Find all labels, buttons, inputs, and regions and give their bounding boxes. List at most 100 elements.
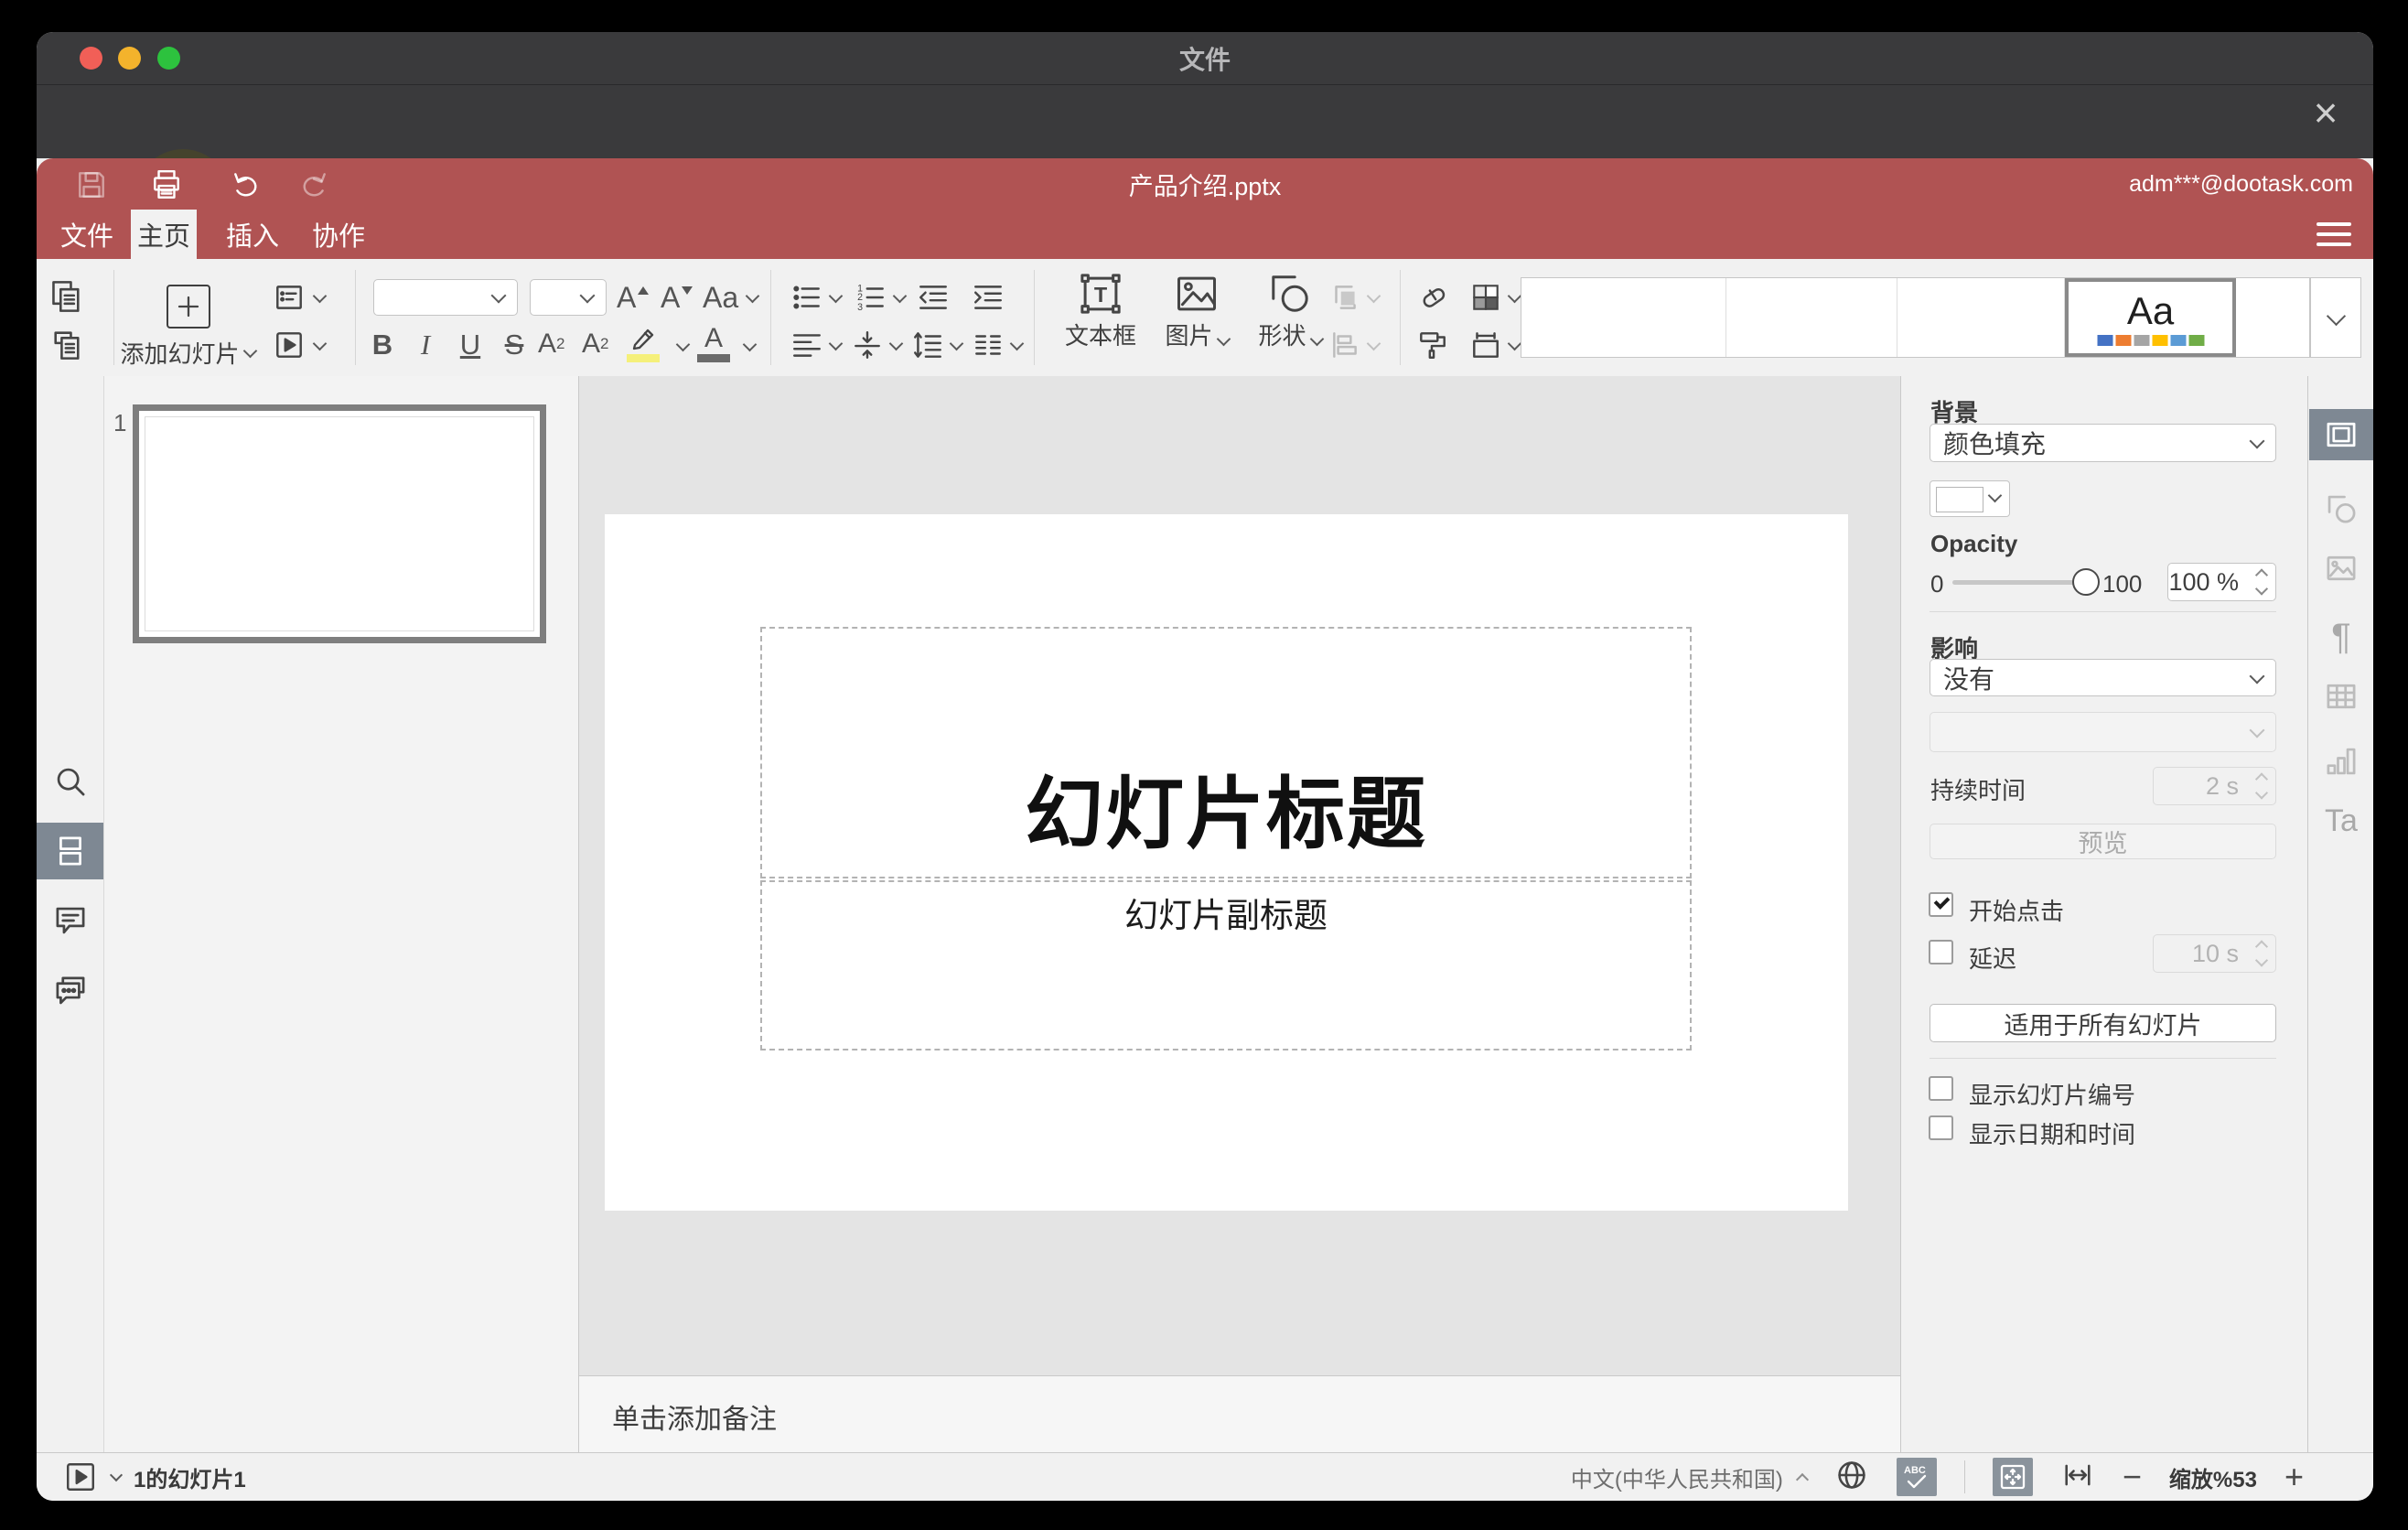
theme-option-selected[interactable]: Aa [2065, 278, 2236, 357]
increase-font-button[interactable]: A [617, 281, 650, 315]
numbering-button[interactable]: 123 [855, 281, 908, 314]
delay-checkbox[interactable] [1929, 940, 1953, 964]
subscript-button[interactable]: A2 [582, 329, 608, 360]
strikethrough-button[interactable]: S [494, 329, 534, 361]
image-settings-icon[interactable] [2309, 543, 2373, 594]
theme-option[interactable] [1521, 278, 1726, 357]
preview-button[interactable]: 预览 [1930, 824, 2276, 859]
shape-settings-icon[interactable] [2309, 483, 2373, 534]
delay-spinbox[interactable]: 10 s [2153, 934, 2276, 973]
macos-titlebar: 文件 [37, 32, 2373, 85]
highlight-color-button[interactable] [627, 325, 660, 362]
duration-spinbox[interactable]: 2 s [2153, 767, 2276, 805]
increase-indent-button[interactable] [972, 281, 1005, 314]
textbox-T-glyph: T [1094, 283, 1108, 307]
slide-settings-icon[interactable] [2309, 409, 2373, 460]
app-window: 文件 × 产品介绍.pptx adm***@dootask.com 文件 主页 … [37, 32, 2373, 1501]
redo-button[interactable] [293, 166, 333, 204]
bullets-button[interactable] [790, 281, 844, 314]
arrange-objects-button[interactable] [1328, 281, 1381, 314]
underline-button[interactable]: U [450, 329, 490, 361]
zoom-out-button[interactable]: − [2123, 1460, 2142, 1493]
theme-option[interactable] [1726, 278, 1897, 357]
save-button[interactable] [71, 166, 112, 204]
textart-settings-icon[interactable]: Ta [2309, 795, 2373, 846]
align-objects-button[interactable] [1328, 329, 1381, 361]
font-size-select[interactable] [530, 279, 607, 316]
decrease-font-button[interactable]: A [661, 281, 693, 315]
font-color-arrow[interactable] [742, 337, 758, 352]
insert-textbox-button[interactable]: T 文本框 [1050, 270, 1151, 351]
theme-colors-button[interactable] [1469, 281, 1522, 314]
chart-settings-icon[interactable] [2309, 736, 2373, 787]
bold-button[interactable]: B [362, 329, 403, 361]
opacity-spinbox[interactable]: 100 % [2167, 563, 2276, 601]
highlight-color-arrow[interactable] [675, 337, 691, 352]
slide-title-placeholder[interactable]: 幻灯片标题 [760, 627, 1692, 878]
undo-button[interactable] [227, 166, 267, 204]
insert-image-button[interactable]: 图片 [1151, 270, 1242, 351]
show-date-time-checkbox[interactable] [1929, 1115, 1953, 1140]
slide-subtitle-placeholder[interactable]: 幻灯片副标题 [760, 880, 1692, 1051]
toolbar-divider [355, 270, 356, 365]
zoom-in-button[interactable]: + [2284, 1460, 2304, 1493]
slides-panel-icon[interactable] [37, 823, 103, 879]
background-color-swatch[interactable] [1930, 480, 2010, 517]
add-slide-icon[interactable] [167, 285, 210, 329]
line-spacing-button[interactable] [911, 329, 964, 361]
background-fill-select[interactable]: 颜色填充 [1930, 424, 2276, 462]
slide-size-button[interactable] [1469, 329, 1522, 361]
print-button[interactable] [146, 166, 187, 204]
chat-icon[interactable] [37, 963, 103, 1019]
horizontal-align-button[interactable] [790, 329, 844, 361]
notes-area[interactable]: 单击添加备注 [579, 1375, 1900, 1452]
italic-button[interactable]: I [405, 329, 446, 361]
tab-insert[interactable]: 插入 [216, 210, 289, 259]
start-slideshow-status-button[interactable] [64, 1460, 124, 1493]
table-settings-icon[interactable] [2309, 671, 2373, 722]
tab-home[interactable]: 主页 [131, 210, 197, 259]
copy-style-button[interactable] [1416, 329, 1449, 361]
fit-width-toggle[interactable] [2060, 1458, 2095, 1497]
paragraph-settings-icon[interactable]: ¶ [2309, 611, 2373, 663]
search-icon[interactable] [37, 753, 103, 810]
insert-shape-button[interactable]: 形状 [1242, 270, 1338, 351]
slide-layout-button[interactable] [273, 281, 328, 314]
panel-divider [1930, 611, 2276, 612]
change-case-button[interactable]: Aa [703, 281, 760, 315]
theme-gallery-expand-button[interactable] [2310, 277, 2361, 358]
tab-file[interactable]: 文件 [46, 210, 128, 259]
paste-button[interactable] [49, 327, 84, 361]
spellcheck-toggle[interactable]: ABC [1896, 1458, 1937, 1496]
theme-option[interactable] [2236, 278, 2309, 357]
add-slide-button[interactable]: 添加幻灯片 [91, 336, 284, 370]
effect-select[interactable]: 没有 [1930, 659, 2276, 696]
opacity-slider-track[interactable] [1952, 580, 2086, 585]
close-icon[interactable]: × [2298, 85, 2353, 140]
columns-button[interactable] [972, 329, 1025, 361]
font-color-button[interactable]: A [697, 325, 730, 362]
theme-option[interactable] [1897, 278, 2065, 357]
menu-hamburger-icon[interactable] [2317, 222, 2351, 248]
vertical-align-button[interactable] [851, 329, 904, 361]
document-language-icon[interactable] [1834, 1458, 1869, 1497]
copy-button[interactable] [49, 279, 84, 314]
comments-icon[interactable] [37, 892, 103, 949]
slide-thumbnail[interactable] [133, 404, 546, 643]
theme-preview-text: Aa [2126, 289, 2175, 332]
fit-slide-toggle[interactable] [1992, 1458, 2033, 1496]
superscript-button[interactable]: A2 [538, 329, 564, 360]
opacity-slider-knob[interactable] [2072, 568, 2100, 596]
zoom-level: 缩放%53 [2168, 1467, 2257, 1492]
clear-style-button[interactable] [1416, 281, 1449, 314]
font-name-select[interactable] [373, 279, 518, 316]
language-selector[interactable]: 中文(中华人民共和国) [1571, 1461, 1809, 1493]
apply-to-all-slides-button[interactable]: 适用于所有幻灯片 [1930, 1004, 2276, 1042]
left-sidebar [37, 376, 104, 1452]
show-slide-number-checkbox[interactable] [1929, 1076, 1953, 1101]
tab-collaboration[interactable]: 协作 [300, 210, 377, 259]
decrease-indent-button[interactable] [917, 281, 950, 314]
start-slideshow-button[interactable] [273, 329, 328, 361]
effect-type-select[interactable] [1930, 712, 2276, 752]
start-on-click-checkbox[interactable] [1929, 892, 1953, 917]
